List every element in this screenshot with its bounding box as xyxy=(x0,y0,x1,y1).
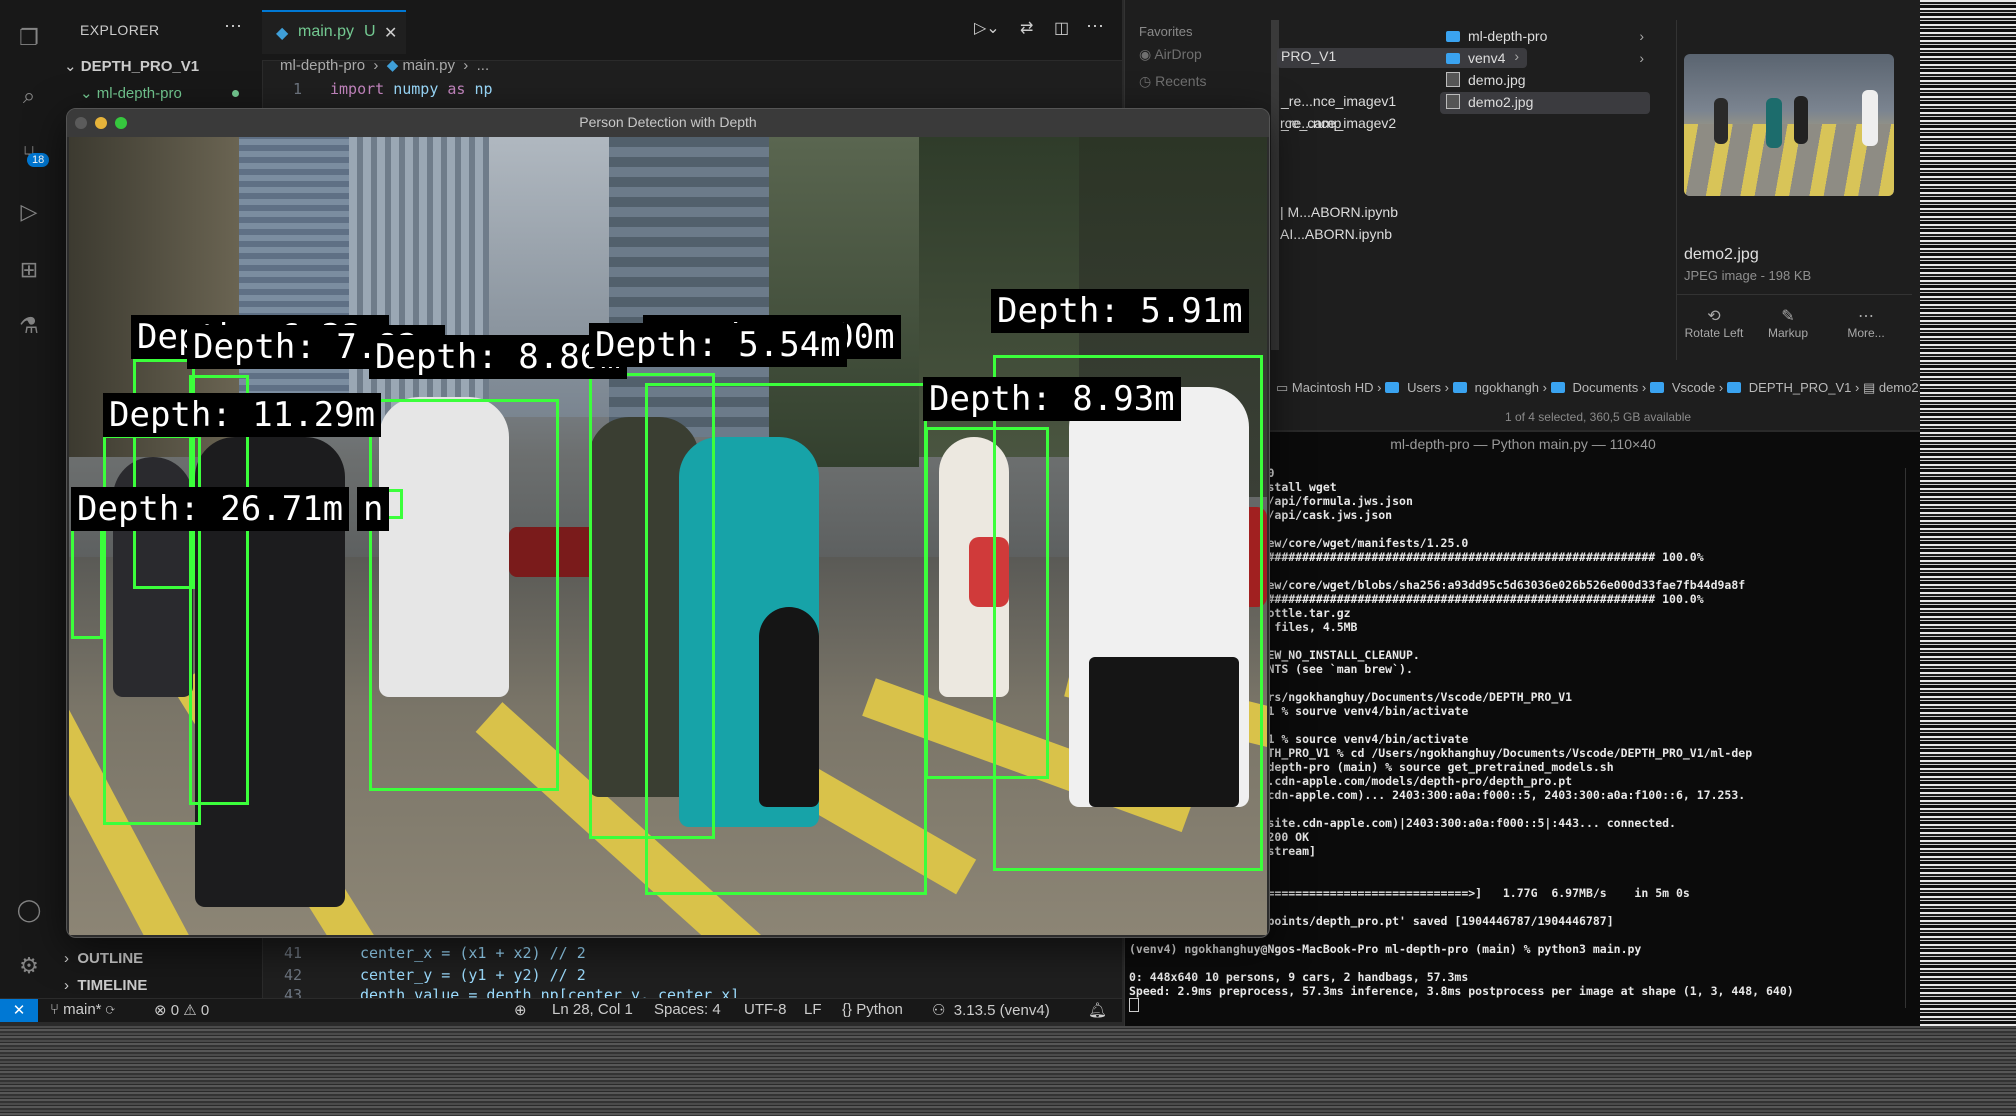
sidebar-scrollbar[interactable] xyxy=(1271,20,1279,350)
account-icon[interactable]: ◯ xyxy=(15,896,43,924)
depth-label: Depth: 5.54m xyxy=(589,323,847,367)
path-item[interactable]: ngokhangh xyxy=(1452,380,1539,395)
finder-status: 1 of 4 selected, 360,5 GB available xyxy=(1504,410,1692,424)
detection-box xyxy=(71,523,103,639)
glitch-strip xyxy=(1920,0,2016,1026)
more-button[interactable]: ⋯ More... xyxy=(1826,306,1906,340)
extensions-icon[interactable]: ⊞ xyxy=(15,256,43,284)
depth-label: Depth: 5.91m xyxy=(991,289,1249,333)
tab-label: main.py xyxy=(298,23,355,40)
more-icon: ⋯ xyxy=(1858,308,1874,325)
interpreter[interactable]: ⚇ 3.13.5 (venv4) xyxy=(932,1001,1050,1019)
col2-item-venv4[interactable]: venv4 › xyxy=(1446,50,1646,66)
sidebar-airdrop[interactable]: ◉ AirDrop xyxy=(1139,46,1202,63)
rotate-left-icon: ⟲ xyxy=(1707,308,1721,325)
source-control-badge: 18 xyxy=(27,153,50,167)
col1-item[interactable]: rce_camp xyxy=(1280,115,1341,131)
detection-box xyxy=(369,399,559,791)
preview-filename: demo2.jpg xyxy=(1684,246,1759,263)
code-line[interactable]: 42 center_y = (y1 + y2) // 2 xyxy=(262,966,586,984)
col2-item-ml-depth-pro[interactable]: ml-depth-pro › xyxy=(1446,28,1646,44)
breadcrumb[interactable]: ml-depth-pro › ◆ main.py › ... xyxy=(280,56,489,74)
finder-path-bar: ▭ Macintosh HD › Users › ngokhangh › Doc… xyxy=(1276,380,1940,395)
notifications-icon[interactable]: 🔔︎ xyxy=(1088,1001,1107,1019)
root-folder-item[interactable]: ⌄ DEPTH_PRO_V1 xyxy=(64,57,199,75)
detection-box xyxy=(589,373,715,839)
explorer-icon[interactable]: ❐ xyxy=(15,24,43,52)
line-endings[interactable]: LF xyxy=(804,1001,822,1018)
favorites-label: Favorites xyxy=(1139,24,1193,39)
search-icon[interactable]: ⌕ xyxy=(15,82,43,110)
run-debug-icon[interactable]: ▷ xyxy=(15,198,43,226)
path-item[interactable]: ▭ Macintosh HD xyxy=(1276,380,1374,395)
remote-icon[interactable]: ✕ xyxy=(0,999,38,1022)
markup-button[interactable]: ✎ Markup xyxy=(1748,306,1828,340)
explorer-title: EXPLORER xyxy=(80,22,160,38)
depth-label: Depth: 11.29m xyxy=(103,393,382,437)
col1-item[interactable]: AI...ABORN.ipynb xyxy=(1280,226,1392,242)
terminal-cursor xyxy=(1129,998,1139,1012)
window-title: Person Detection with Depth xyxy=(579,114,757,130)
window-titlebar[interactable]: Person Detection with Depth xyxy=(67,109,1269,137)
sidebar-recents[interactable]: ◷ Recents xyxy=(1139,73,1206,90)
glitch-strip xyxy=(0,1026,2016,1116)
detection-box xyxy=(925,427,1049,779)
terminal-line: 0: 448x640 10 persons, 9 cars, 2 handbag… xyxy=(1129,970,1469,984)
preview-thumbnail xyxy=(1684,54,1894,196)
path-item[interactable]: Users xyxy=(1385,380,1441,395)
tab-status: U xyxy=(364,23,376,40)
path-item[interactable]: DEPTH_PRO_V1 xyxy=(1726,380,1851,395)
cursor-position[interactable]: Ln 28, Col 1 xyxy=(552,1001,633,1018)
terminal-line: (venv4) ngokhanghuy@Ngos-MacBook-Pro ml-… xyxy=(1129,942,1642,956)
terminal-scrollbar[interactable] xyxy=(1905,468,1912,1008)
testing-icon[interactable]: ⚗ xyxy=(15,312,43,340)
depth-label: Depth: 8.93m xyxy=(923,377,1181,421)
branch-indicator[interactable]: ⑂ main* ⟳ xyxy=(50,1001,115,1018)
run-icon[interactable]: ▷⌄ xyxy=(974,18,1000,38)
outline-section[interactable]: › OUTLINE xyxy=(64,950,143,967)
col1-item[interactable]: _re...nce_imagev1 xyxy=(1281,93,1396,109)
detection-image: Depth: 6.23mDepth: 7.82mDepth: 8.86mDept… xyxy=(69,137,1267,935)
split-editor-icon[interactable]: ◫ xyxy=(1054,18,1069,38)
modified-dot xyxy=(232,90,239,97)
compare-icon[interactable]: ⇄ xyxy=(1020,18,1033,38)
settings-gear-icon[interactable]: ⚙ xyxy=(15,952,43,980)
status-bar: ✕ ⑂ main* ⟳ ⊗ 0 ⚠ 0 ⊕ Ln 28, Col 1 Space… xyxy=(0,998,1122,1022)
code-line[interactable]: 1 import numpy as np xyxy=(262,80,493,98)
depth-label: Depth: 8.86m xyxy=(369,335,627,379)
person-detection-window[interactable]: Person Detection with Depth Depth: 7.82m… xyxy=(66,108,1270,938)
col1-item[interactable]: | M...ABORN.ipynb xyxy=(1280,204,1398,220)
path-item[interactable]: Documents xyxy=(1550,380,1638,395)
depth-label: Depth: 26.71m xyxy=(71,487,350,531)
code-line[interactable]: 43 depth_value = depth_np[center_y, cente… xyxy=(262,986,739,998)
col2-item-demo2-selected[interactable]: demo2.jpg xyxy=(1440,92,1650,114)
indentation[interactable]: Spaces: 4 xyxy=(654,1001,721,1018)
tab-main-py[interactable]: ◆ main.py U ✕ xyxy=(262,10,406,54)
encoding[interactable]: UTF-8 xyxy=(744,1001,787,1018)
close-tab-icon[interactable]: ✕ xyxy=(384,23,397,43)
rotate-left-button[interactable]: ⟲ Rotate Left xyxy=(1674,306,1754,340)
zoom-icon[interactable]: ⊕ xyxy=(514,1001,527,1019)
path-item[interactable]: Vscode xyxy=(1649,380,1715,395)
editor-tab-bar: ◆ main.py U ✕ ▷⌄ ⇄ ◫ ⋯ xyxy=(262,0,1122,61)
problems-indicator[interactable]: ⊗ 0 ⚠ 0 xyxy=(154,1001,209,1019)
language-mode[interactable]: {} Python xyxy=(842,1001,903,1018)
timeline-section[interactable]: › TIMELINE xyxy=(64,977,147,994)
subfolder-item[interactable]: ⌄ ml-depth-pro xyxy=(80,84,182,102)
python-file-icon: ◆ xyxy=(276,25,289,42)
more-actions-icon[interactable]: ⋯ xyxy=(224,16,242,37)
code-line[interactable]: 41 center_x = (x1 + x2) // 2 xyxy=(262,944,586,962)
preview-kind: JPEG image - 198 KB xyxy=(1684,268,1812,283)
depth-label: n xyxy=(357,487,390,531)
terminal-line: Speed: 2.9ms preprocess, 57.3ms inferenc… xyxy=(1129,984,1794,998)
markup-icon: ✎ xyxy=(1781,308,1795,325)
col2-item-demo[interactable]: demo.jpg xyxy=(1446,72,1526,88)
editor-more-icon[interactable]: ⋯ xyxy=(1086,16,1104,37)
activity-bar: ❐ ⌕ ⑂ 18 ▷ ⊞ ⚗ ◯ ⚙ xyxy=(0,0,59,1000)
